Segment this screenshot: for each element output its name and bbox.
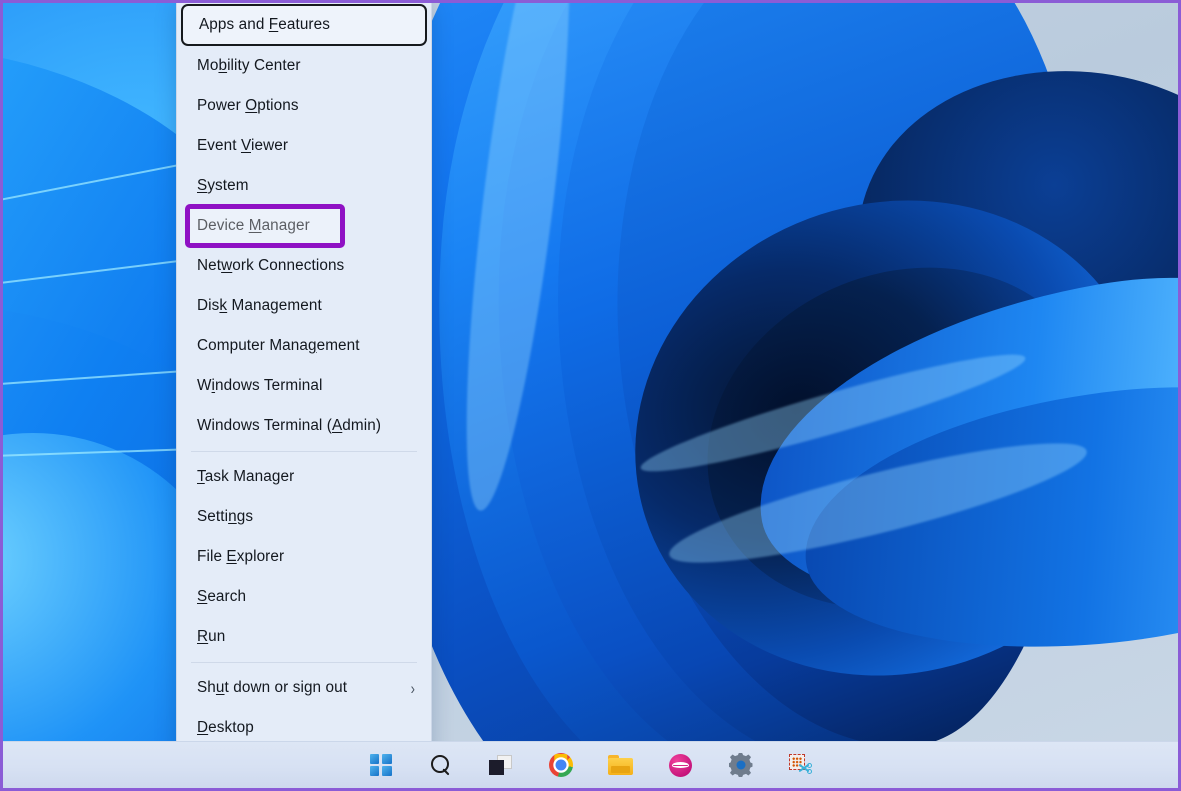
menu-item-windows-terminal-admin[interactable]: Windows Terminal (Admin)	[177, 406, 431, 446]
menu-item-label: Shut down or sign out	[197, 679, 411, 697]
snipping-tool-icon[interactable]	[786, 750, 816, 780]
google-chrome-icon[interactable]	[546, 750, 576, 780]
menu-item-system[interactable]: System	[177, 166, 431, 206]
menu-item-computer-management[interactable]: Computer Management	[177, 326, 431, 366]
menu-item-label: Windows Terminal	[197, 377, 415, 395]
task-view-icon[interactable]	[486, 750, 516, 780]
menu-item-label: Mobility Center	[197, 57, 415, 75]
menu-item-label: Device Manager	[197, 217, 415, 235]
win-x-context-menu[interactable]: Apps and Features Mobility Center Power Op…	[176, 3, 432, 757]
menu-item-label: File Explorer	[197, 548, 415, 566]
menu-item-label: Computer Management	[197, 337, 415, 355]
menu-item-label: Desktop	[197, 719, 415, 737]
menu-item-run[interactable]: Run	[177, 617, 431, 657]
menu-item-task-manager[interactable]: Task Manager	[177, 457, 431, 497]
menu-item-power-options[interactable]: Power Options	[177, 86, 431, 126]
menu-item-label: System	[197, 177, 415, 195]
menu-item-label: Windows Terminal (Admin)	[197, 417, 415, 435]
menu-item-search[interactable]: Search	[177, 577, 431, 617]
screen: Apps and Features Mobility Center Power Op…	[3, 3, 1178, 788]
menu-separator	[191, 662, 417, 663]
menu-item-network-connections[interactable]: Network Connections	[177, 246, 431, 286]
menu-separator	[191, 451, 417, 452]
menu-item-apps-and-features[interactable]: Apps and Features	[181, 4, 427, 46]
settings-gear-icon[interactable]	[726, 750, 756, 780]
menu-item-shut-down-or-sign-out[interactable]: Shut down or sign out›	[177, 668, 431, 708]
wallpaper-bloom	[333, 3, 1178, 788]
menu-item-label: Disk Management	[197, 297, 415, 315]
file-explorer-icon[interactable]	[606, 750, 636, 780]
chevron-right-icon: ›	[411, 680, 415, 696]
menu-item-file-explorer[interactable]: File Explorer	[177, 537, 431, 577]
menu-item-device-manager[interactable]: Device Manager	[177, 206, 431, 246]
menu-item-label: Power Options	[197, 97, 415, 115]
menu-item-mobility-center[interactable]: Mobility Center	[177, 46, 431, 86]
menu-item-settings[interactable]: Settings	[177, 497, 431, 537]
menu-item-label: Search	[197, 588, 415, 606]
menu-item-windows-terminal[interactable]: Windows Terminal	[177, 366, 431, 406]
menu-item-label: Apps and Features	[199, 16, 409, 34]
search-icon[interactable]	[426, 750, 456, 780]
menu-item-label: Settings	[197, 508, 415, 526]
taskbar[interactable]	[3, 741, 1178, 788]
windows-start-icon[interactable]	[366, 750, 396, 780]
menu-item-label: Network Connections	[197, 257, 415, 275]
menu-item-label: Task Manager	[197, 468, 415, 486]
pink-app-icon[interactable]	[666, 750, 696, 780]
menu-item-label: Run	[197, 628, 415, 646]
menu-item-disk-management[interactable]: Disk Management	[177, 286, 431, 326]
menu-item-event-viewer[interactable]: Event Viewer	[177, 126, 431, 166]
menu-item-label: Event Viewer	[197, 137, 415, 155]
